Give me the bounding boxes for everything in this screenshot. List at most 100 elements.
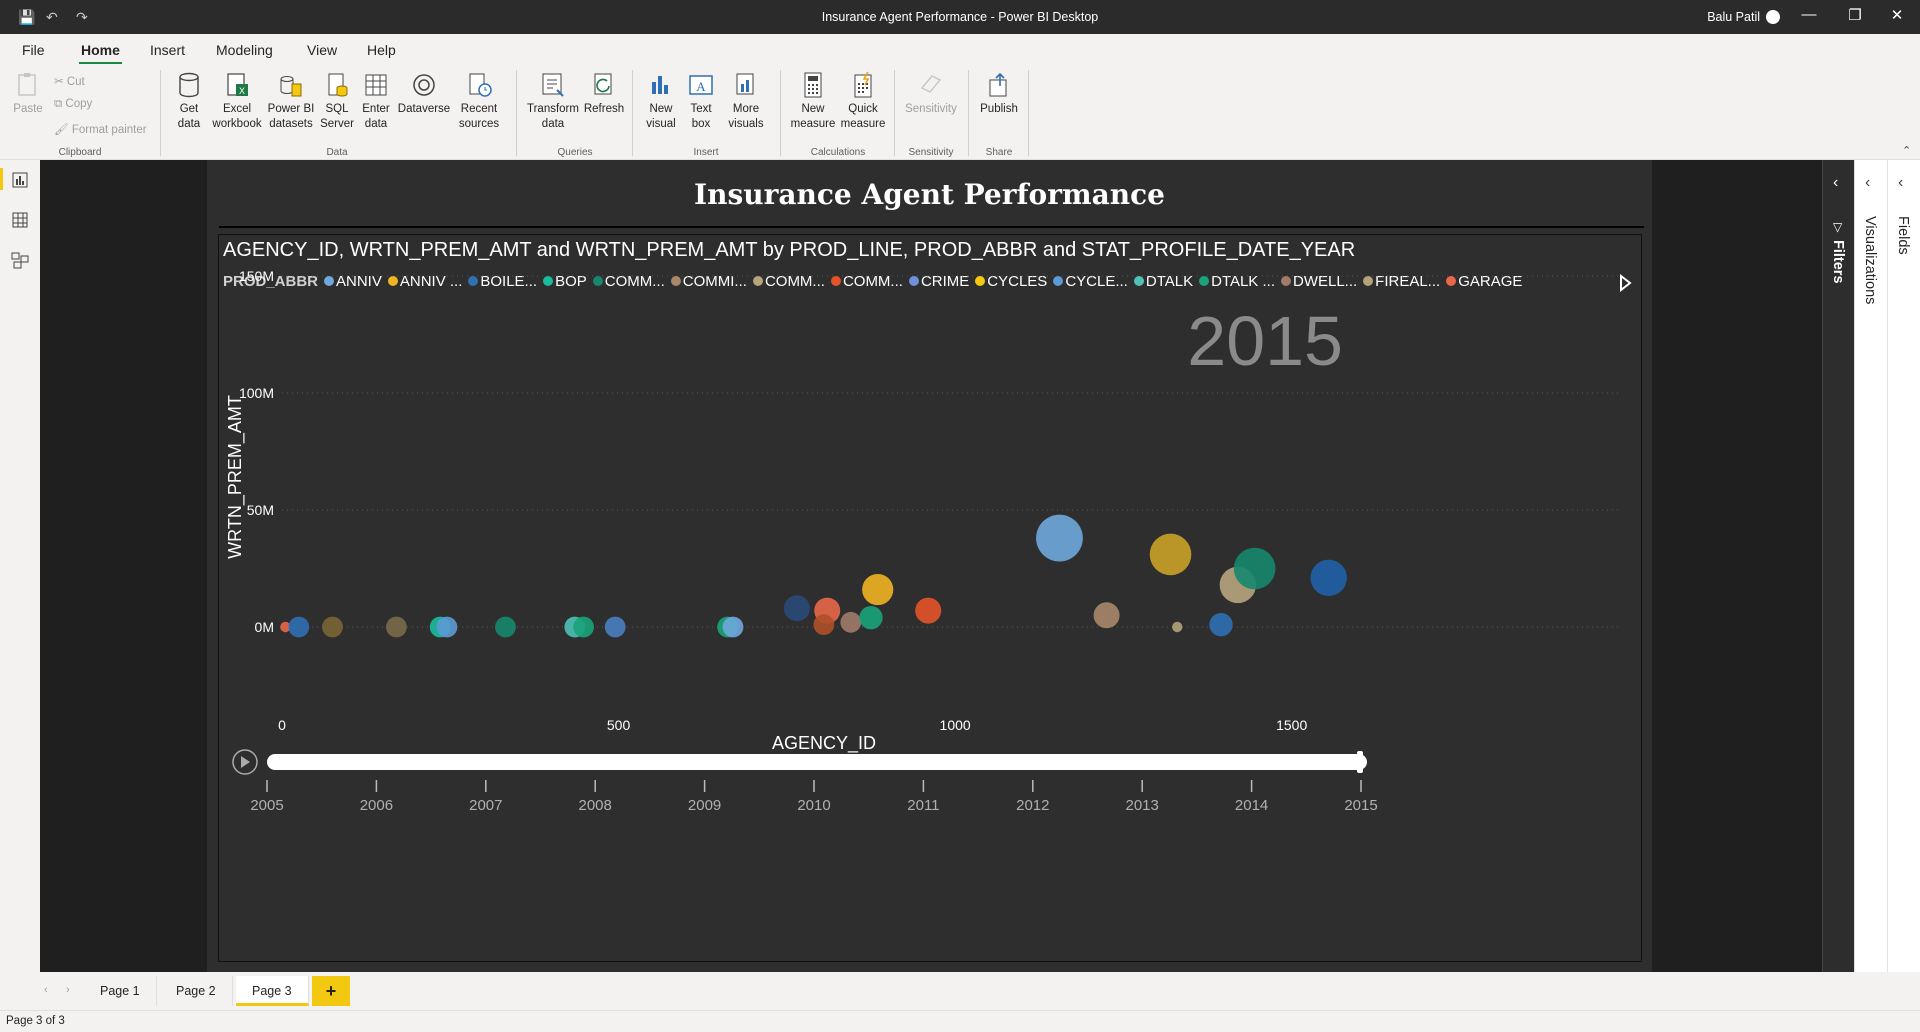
data-point[interactable] [1172, 621, 1183, 633]
quick-measure-icon [854, 71, 872, 98]
model-view-icon[interactable] [10, 250, 30, 270]
group-label-calculations: Calculations [810, 147, 866, 158]
year-tick-label[interactable]: 2011 [907, 797, 939, 814]
prev-page-icon[interactable]: ‹ [44, 984, 48, 996]
y-axis-label: WRTN_PREM_AMT [225, 395, 246, 559]
scatter-visual[interactable]: AGENCY_ID, WRTN_PREM_AMT and WRTN_PREM_A… [218, 234, 1642, 962]
page-tab-2[interactable]: Page 2 [160, 976, 233, 1006]
tab-modeling[interactable]: Modeling [216, 42, 273, 58]
next-page-icon[interactable]: › [66, 984, 70, 996]
collapse-ribbon-icon[interactable]: ⌃ [1902, 144, 1911, 157]
year-tick-label[interactable]: 2010 [797, 797, 830, 814]
data-point[interactable] [862, 573, 894, 606]
year-tick-label[interactable]: 2013 [1126, 797, 1159, 814]
year-tick-label[interactable]: 2015 [1344, 797, 1377, 814]
user-name[interactable]: Balu Patil [1707, 10, 1760, 24]
close-icon[interactable]: ✕ [1874, 6, 1920, 24]
tab-file[interactable]: File [22, 42, 45, 58]
more-visuals-button[interactable]: More visuals [720, 70, 772, 132]
tab-home[interactable]: Home [79, 42, 122, 65]
filters-pane[interactable]: ‹ ▽ Filters [1822, 160, 1854, 972]
transform-data-button[interactable]: Transform data [524, 70, 582, 132]
get-data-label: Get data [177, 103, 201, 130]
year-tick-label[interactable]: 2007 [469, 797, 502, 814]
svg-text:X: X [239, 86, 245, 96]
data-point[interactable] [1209, 612, 1233, 637]
play-axis-handle[interactable] [1357, 751, 1363, 773]
year-tick-label[interactable]: 2012 [1016, 797, 1049, 814]
excel-workbook-button[interactable]: X Excel workbook [210, 70, 264, 132]
publish-button[interactable]: Publish [976, 70, 1022, 117]
data-point[interactable] [813, 614, 835, 636]
data-point[interactable] [1036, 514, 1083, 562]
data-point[interactable] [573, 616, 594, 638]
data-point[interactable] [1233, 547, 1276, 590]
text-box-button[interactable]: A Text box [682, 70, 720, 132]
tab-insert[interactable]: Insert [150, 42, 185, 58]
data-point[interactable] [1093, 602, 1120, 629]
year-tick-label[interactable]: 2014 [1235, 797, 1268, 814]
avatar[interactable] [1766, 10, 1780, 24]
data-point[interactable] [604, 616, 626, 638]
data-point[interactable] [495, 616, 516, 638]
paste-button[interactable]: Paste [10, 70, 46, 117]
data-view-icon[interactable] [10, 210, 30, 230]
fields-label: Fields [1895, 216, 1911, 255]
report-view-icon[interactable] [10, 170, 30, 190]
year-tick-label[interactable]: 2005 [250, 797, 283, 814]
year-tick-label[interactable]: 2009 [688, 797, 721, 814]
play-axis-track[interactable] [267, 754, 1367, 770]
text-box-label: Text box [690, 103, 712, 130]
minimize-icon[interactable]: — [1786, 6, 1832, 23]
sensitivity-button[interactable]: Sensitivity [900, 70, 962, 117]
expand-fields-icon[interactable]: ‹ [1898, 174, 1903, 192]
copy-button[interactable]: ⧉ Copy [54, 98, 92, 111]
data-point[interactable] [1149, 533, 1192, 576]
new-measure-button[interactable]: New measure [788, 70, 838, 132]
refresh-button[interactable]: Refresh [582, 70, 626, 117]
fields-pane[interactable]: ‹ Fields [1887, 160, 1920, 972]
ribbon-divider [968, 70, 969, 156]
recent-sources-button[interactable]: Recent sources [452, 70, 506, 132]
data-point[interactable] [322, 616, 343, 638]
sql-server-icon [328, 73, 348, 97]
data-point[interactable] [386, 616, 407, 638]
data-point[interactable] [840, 611, 862, 633]
tab-help[interactable]: Help [367, 42, 396, 58]
view-switcher [0, 160, 40, 972]
tab-view[interactable]: View [307, 42, 337, 58]
page-tab-3[interactable]: Page 3 [236, 976, 309, 1006]
cut-label: Cut [66, 76, 85, 88]
data-point[interactable] [915, 597, 942, 624]
data-point[interactable] [1310, 559, 1347, 597]
year-tick-label[interactable]: 2008 [579, 797, 612, 814]
sql-server-button[interactable]: SQL Server [318, 70, 356, 132]
data-point[interactable] [436, 616, 458, 638]
group-label-share: Share [985, 147, 1013, 158]
expand-filters-icon[interactable]: ‹ [1833, 174, 1838, 192]
quick-measure-button[interactable]: Quick measure [838, 70, 888, 132]
power-bi-datasets-button[interactable]: Power BI datasets [264, 70, 318, 132]
title-divider [219, 226, 1644, 228]
new-visual-button[interactable]: New visual [640, 70, 682, 132]
year-tick-label[interactable]: 2006 [360, 797, 393, 814]
page-tab-1[interactable]: Page 1 [84, 976, 157, 1006]
add-page-button[interactable]: + [312, 976, 350, 1006]
data-point[interactable] [783, 595, 810, 622]
format-painter-button[interactable]: 🖌 Format painter [54, 122, 147, 136]
restore-icon[interactable]: ❐ [1832, 6, 1878, 24]
get-data-button[interactable]: Get data [168, 70, 210, 132]
data-point[interactable] [288, 616, 310, 638]
active-view-indicator [0, 168, 3, 190]
quick-measure-label: Quick measure [840, 103, 886, 130]
enter-data-button[interactable]: Enter data [356, 70, 396, 132]
x-tick-label: 0 [278, 717, 286, 733]
visualizations-pane[interactable]: ‹ Visualizations [1854, 160, 1887, 972]
y-tick-label: 0M [255, 619, 274, 635]
data-point[interactable] [859, 605, 883, 630]
page-tabs-bar: ‹ › Page 1 Page 2 Page 3 + [0, 972, 1920, 1010]
cut-button[interactable]: ✂ Cut [54, 74, 85, 88]
data-point[interactable] [722, 616, 744, 638]
dataverse-button[interactable]: Dataverse [396, 70, 452, 117]
expand-visualizations-icon[interactable]: ‹ [1865, 174, 1870, 192]
